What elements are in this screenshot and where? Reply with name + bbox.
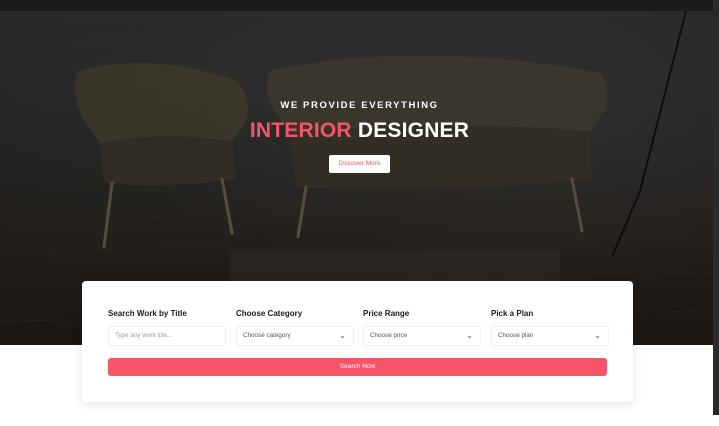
- headline-accent: INTERIOR: [249, 119, 352, 142]
- chevron-down-icon: ⌄: [594, 331, 601, 340]
- hero-headline: INTERIOR DESIGNER: [0, 119, 719, 143]
- price-select-value: Choose price: [370, 332, 408, 339]
- search-now-button[interactable]: Search Now: [108, 358, 607, 376]
- search-panel: Search Work by Title Choose Category Pri…: [82, 281, 633, 402]
- price-select[interactable]: Choose price ⌄: [363, 326, 481, 346]
- top-nav-bar: [0, 0, 719, 11]
- plan-select-value: Choose plan: [498, 332, 534, 339]
- category-select-value: Choose category: [243, 332, 291, 339]
- chevron-down-icon: ⌄: [466, 331, 473, 340]
- hero-content: WE PROVIDE EVERYTHING INTERIOR DESIGNER …: [0, 100, 719, 173]
- category-select[interactable]: Choose category ⌄: [236, 326, 354, 346]
- page-edge-strip: [713, 0, 719, 415]
- chevron-down-icon: ⌄: [339, 331, 346, 340]
- category-label: Choose Category: [236, 309, 303, 318]
- discover-more-button[interactable]: Discover More: [328, 155, 391, 173]
- price-range-label: Price Range: [363, 309, 410, 318]
- plan-select[interactable]: Choose plan ⌄: [491, 326, 609, 346]
- plan-label: Pick a Plan: [491, 309, 534, 318]
- title-search-label: Search Work by Title: [108, 309, 187, 318]
- headline-rest: DESIGNER: [357, 119, 470, 142]
- hero-kicker: WE PROVIDE EVERYTHING: [280, 100, 439, 111]
- title-search-input[interactable]: Type any work title...: [108, 326, 226, 346]
